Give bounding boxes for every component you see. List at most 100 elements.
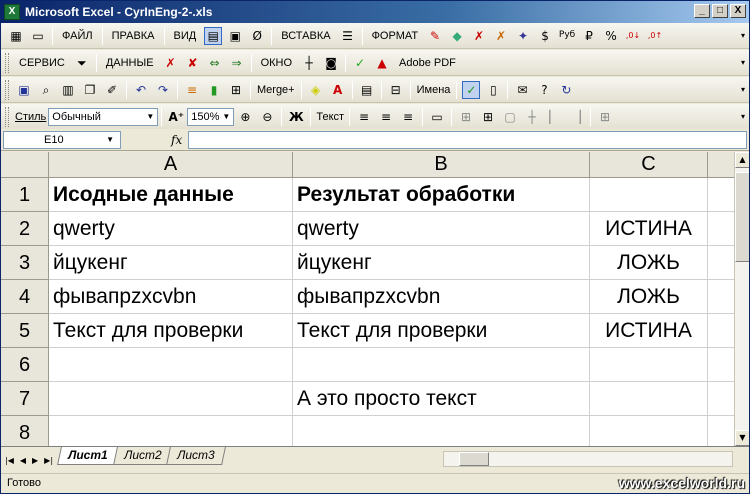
paste-icon[interactable]: ▥ [59,81,77,99]
check-toggle-icon[interactable]: ✓ [462,80,481,99]
menu-file[interactable]: ФАЙЛ [56,30,99,42]
style-dropdown[interactable]: Обычный ▼ [48,107,159,126]
eraser-icon[interactable]: ◆ [448,27,466,45]
bold-button[interactable]: Ж [287,108,305,126]
excel-app-icon[interactable]: X [4,4,20,20]
cell-a6[interactable] [49,348,293,382]
tab-sheet1[interactable]: Лист1 [57,447,119,465]
fx-icon[interactable]: fx [171,133,182,147]
cell-d2[interactable] [708,212,734,246]
cell-b1[interactable]: Результат обработки [293,178,590,212]
borders-dropdown-icon[interactable]: ⊞ [596,108,614,126]
cell-b2[interactable]: qwerty [293,212,590,246]
row-header[interactable]: 4 [1,280,49,314]
cell-a1[interactable]: Исодные данные [49,178,293,212]
name-box[interactable]: E10 ▼ [3,130,121,149]
checkmark-icon[interactable]: ✓ [351,54,369,72]
cell-b5[interactable]: Текст для проверки [293,314,590,348]
copy-icon[interactable]: ❐ [81,81,99,99]
menu-window[interactable]: ОКНО [255,57,298,69]
remove-filter-icon[interactable]: ✗ [162,54,180,72]
filter-icon[interactable]: ⏷ [73,54,91,72]
freeze-panes-icon[interactable]: ┼ [300,54,318,72]
column-header-b[interactable]: B [293,152,590,178]
redo-icon[interactable]: ↷ [154,81,172,99]
toolbar-options-icon[interactable]: ▾ [739,26,747,46]
grow-font-icon[interactable]: A⁺ [167,108,185,126]
outline-icon[interactable]: ⊟ [387,81,405,99]
wand-icon[interactable]: ✦ [514,27,532,45]
cell-d8[interactable] [708,416,734,446]
camera-icon[interactable]: ◙ [322,54,340,72]
scroll-down-icon[interactable]: ▼ [735,430,749,446]
undo-icon[interactable]: ↶ [132,81,150,99]
scroll-up-icon[interactable]: ▲ [735,152,749,168]
row-header[interactable]: 8 [1,416,49,446]
adobe-icon[interactable]: ▲ [373,54,391,72]
save-icon[interactable]: ▣ [15,81,33,99]
format-brush-icon[interactable]: ✎ [426,27,444,45]
menu-service[interactable]: СЕРВИС [13,57,71,69]
percent-icon[interactable]: % [602,27,620,45]
format-painter-icon[interactable]: ✐ [103,81,121,99]
insert-rows-icon[interactable]: ☰ [339,27,357,45]
zoom-out-icon[interactable]: ⊖ [258,108,276,126]
border-all-icon[interactable]: ⊞ [457,108,475,126]
font-color-icon[interactable]: A [329,81,347,99]
rubles-icon[interactable]: Руб [558,27,576,45]
cell-c5[interactable]: ИСТИНА [590,314,708,348]
next-sheet-icon[interactable]: ▶ [32,456,38,465]
cell-a5[interactable]: Текст для проверки [49,314,293,348]
vertical-scroll-thumb[interactable] [735,172,749,262]
menu-view[interactable]: ВИД [168,30,203,42]
sort-icon[interactable]: ≡ [183,81,201,99]
names-button[interactable]: Имена [414,84,454,96]
select-all-corner[interactable] [1,152,49,178]
increase-decimal-icon[interactable]: ,0↓ [624,27,642,45]
cell-c8[interactable] [590,416,708,446]
vertical-scrollbar[interactable]: ▲ ▼ [734,152,749,446]
align-icon[interactable]: ▤ [358,81,376,99]
row-header[interactable]: 3 [1,246,49,280]
align-right-icon[interactable]: ≡ [399,108,417,126]
column-header-c[interactable]: C [590,152,708,178]
dollar-icon[interactable]: $ [536,27,554,45]
toolbar-options-icon-4[interactable]: ▾ [739,107,747,127]
excel-doc-icon[interactable]: ▦ [7,27,25,45]
cell-c1[interactable] [590,178,708,212]
border-inner-icon[interactable]: ┼ [523,108,541,126]
row-header[interactable]: 7 [1,382,49,416]
delete-icon[interactable]: ✘ [184,54,202,72]
border-grid-icon[interactable]: ⊞ [479,108,497,126]
align-left-icon[interactable]: ≡ [355,108,373,126]
close-button[interactable]: X [730,4,746,18]
border-left-icon[interactable]: ▏ [545,108,563,126]
text-format-dropdown[interactable]: Текст [314,111,346,123]
fill-color-icon[interactable]: ◈ [307,81,325,99]
move-right-icon[interactable]: ⇒ [228,54,246,72]
move-icon[interactable]: ⇔ [206,54,224,72]
cell-a4[interactable]: фывапрzxcvbn [49,280,293,314]
cell-a8[interactable] [49,416,293,446]
last-sheet-icon[interactable]: ▶| [44,456,53,465]
envelope-icon[interactable]: ✉ [513,81,531,99]
first-sheet-icon[interactable]: |◀ [5,456,14,465]
cell-b3[interactable]: йцукенг [293,246,590,280]
cell-a7[interactable] [49,382,293,416]
cell-c7[interactable] [590,382,708,416]
decrease-decimal-icon[interactable]: ,0↑ [646,27,664,45]
horizontal-scrollbar[interactable] [443,451,733,467]
translate-icon[interactable]: ↻ [557,81,575,99]
toolbar-options-icon-2[interactable]: ▾ [739,53,747,73]
minimize-button[interactable]: _ [694,4,710,18]
help-icon[interactable]: ? [535,81,553,99]
empty-set-icon[interactable]: Ø [248,27,266,45]
prev-sheet-icon[interactable]: ◀ [20,456,26,465]
cell-d6[interactable] [708,348,734,382]
cell-d5[interactable] [708,314,734,348]
cell-c3[interactable]: ЛОЖЬ [590,246,708,280]
cell-c2[interactable]: ИСТИНА [590,212,708,246]
cell-d7[interactable] [708,382,734,416]
menu-edit[interactable]: ПРАВКА [106,30,161,42]
chart-icon[interactable]: ▮ [205,81,223,99]
